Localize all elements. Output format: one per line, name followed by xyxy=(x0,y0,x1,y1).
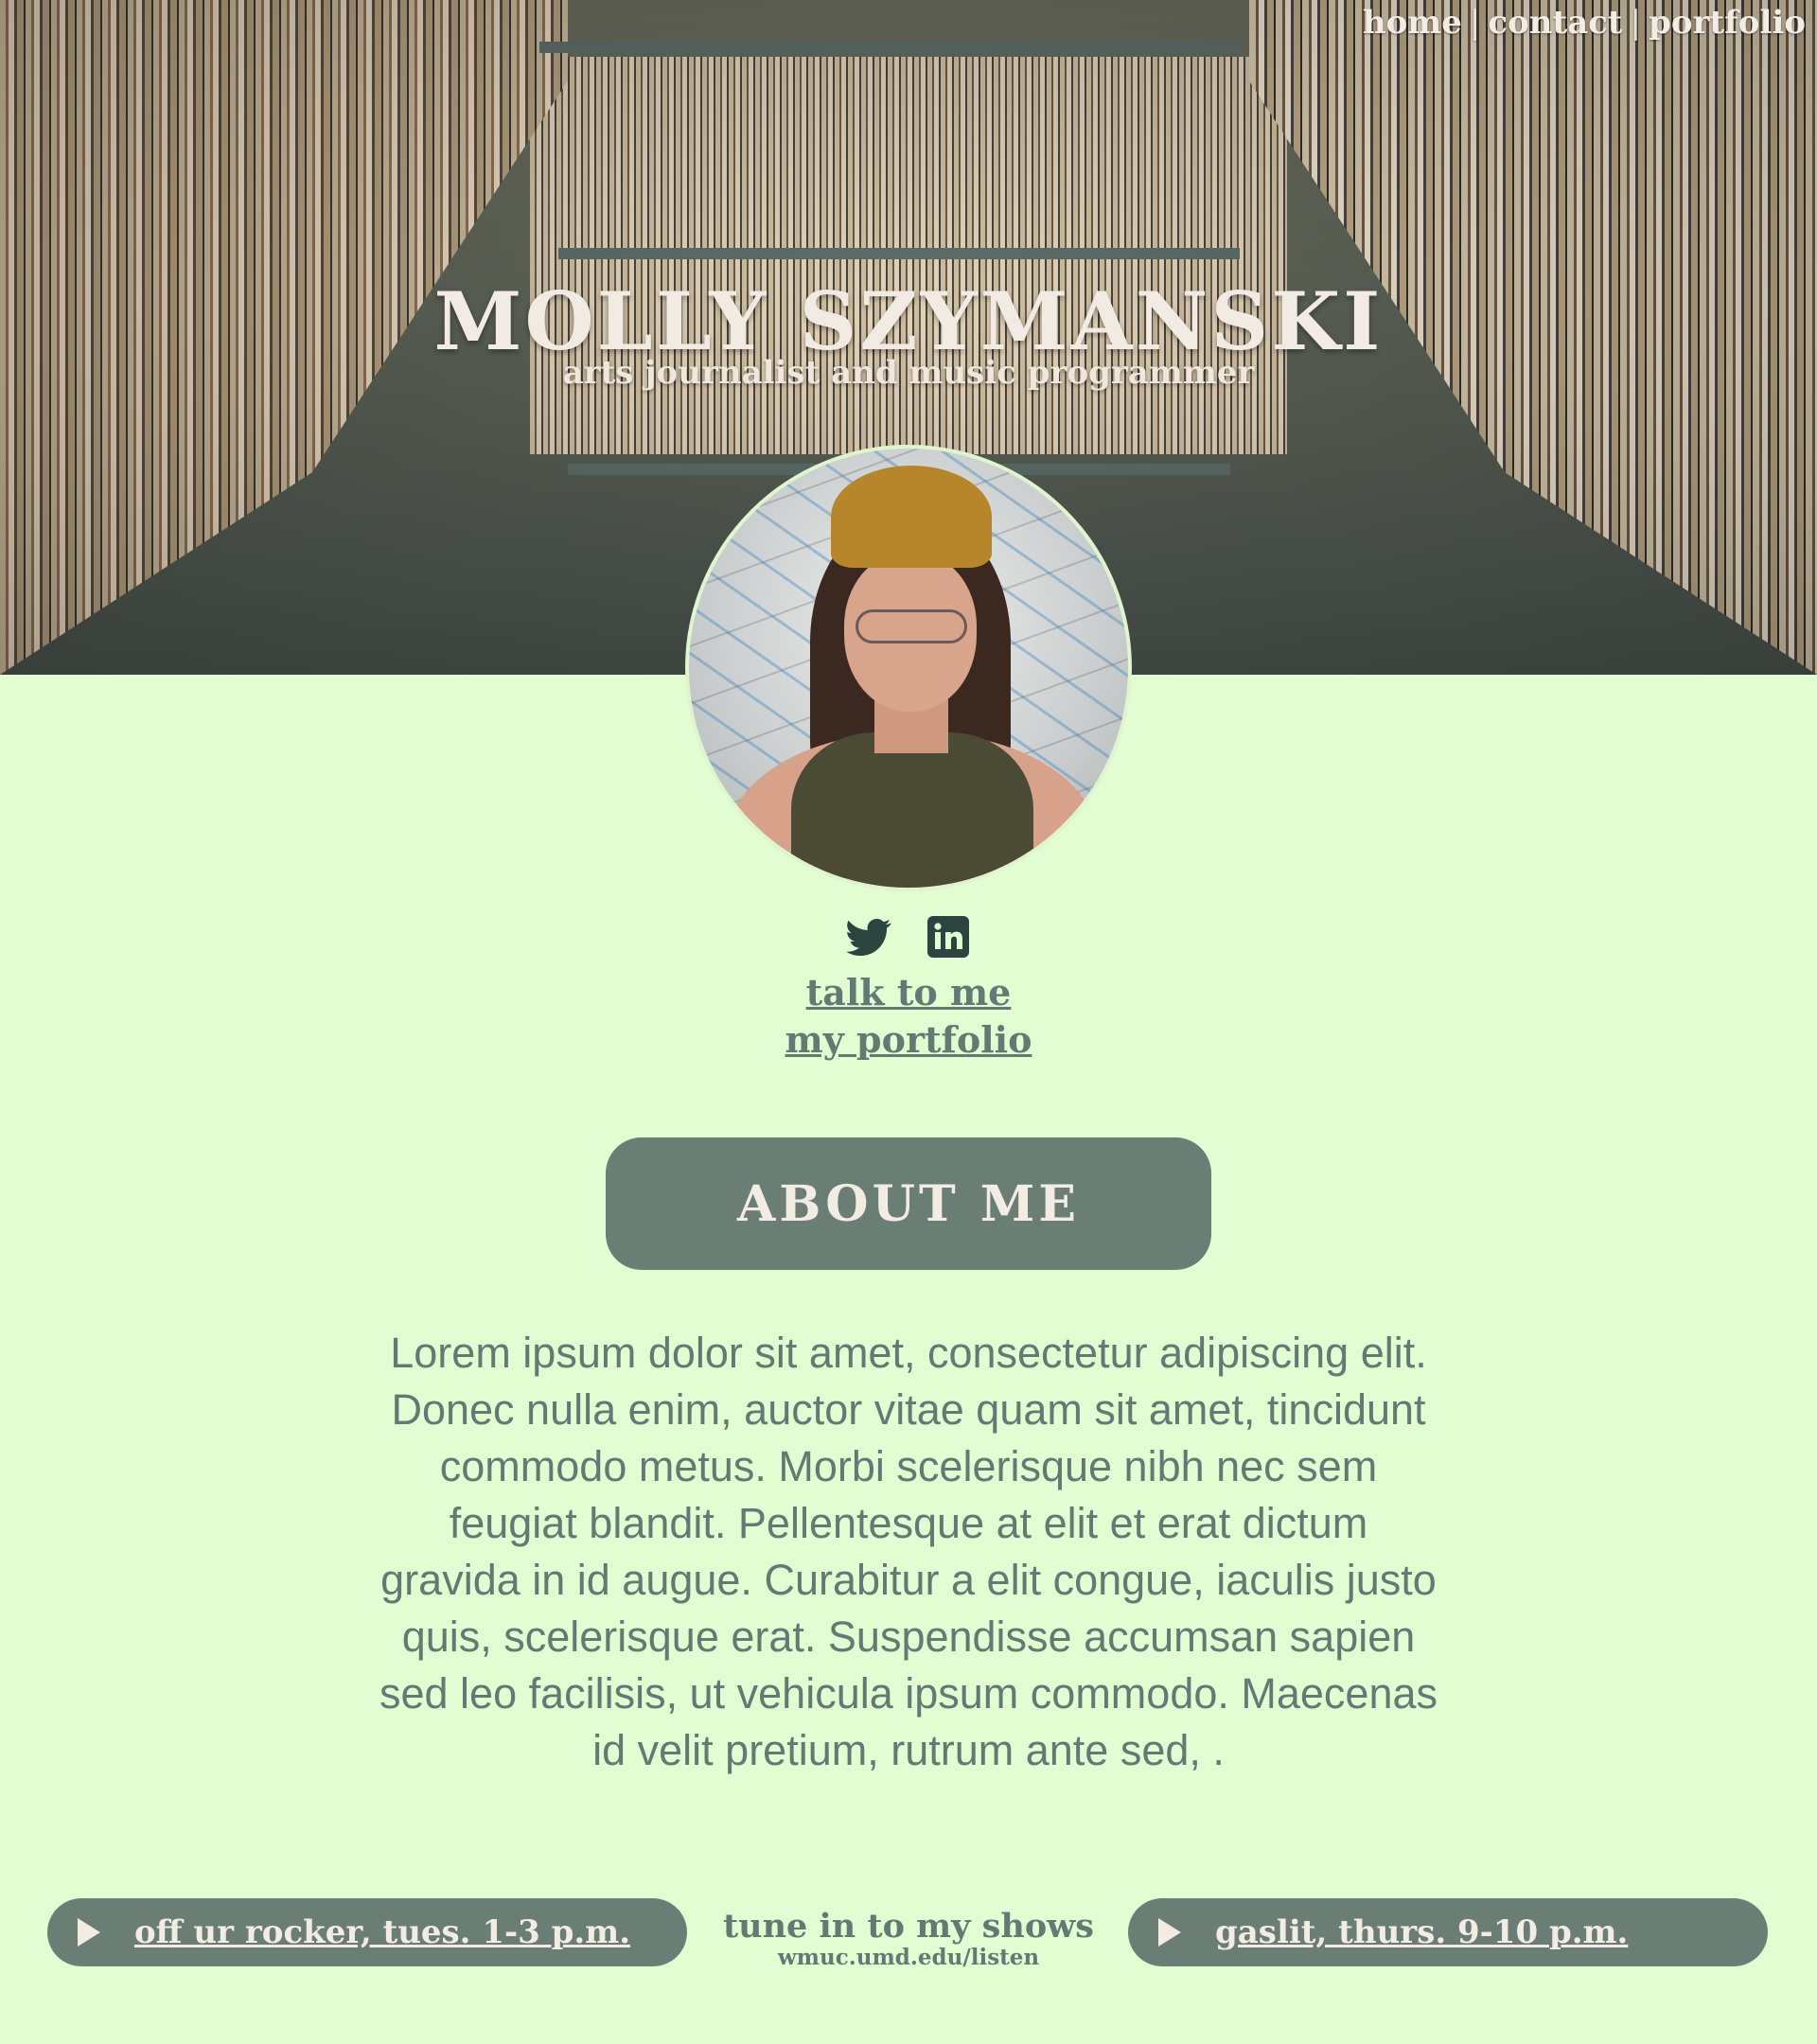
show-label: gaslit, thurs. 9-10 p.m. xyxy=(1215,1913,1629,1951)
my-portfolio-link[interactable]: my portfolio xyxy=(0,1016,1817,1064)
profile-photo xyxy=(685,445,1132,891)
twitter-icon[interactable] xyxy=(846,914,891,960)
nav-home[interactable]: home xyxy=(1363,4,1462,42)
play-icon xyxy=(1158,1918,1181,1947)
photo-beanie xyxy=(831,466,992,568)
nav-separator: | xyxy=(1469,4,1481,42)
about-me-heading: ABOUT ME xyxy=(606,1137,1211,1270)
nav-contact[interactable]: contact xyxy=(1488,4,1622,42)
nav-separator: | xyxy=(1630,4,1642,42)
social-links xyxy=(0,914,1817,960)
tune-in-url[interactable]: wmuc.umd.edu/listen xyxy=(700,1946,1117,1970)
quick-links: talk to me my portfolio xyxy=(0,969,1817,1064)
tune-in-title: tune in to my shows xyxy=(722,1907,1095,1946)
page-subtitle: arts journalist and music programmer xyxy=(562,354,1255,392)
show-off-ur-rocker-button[interactable]: off ur rocker, tues. 1-3 p.m. xyxy=(47,1898,687,1966)
play-icon xyxy=(78,1918,100,1947)
nav-portfolio[interactable]: portfolio xyxy=(1649,4,1806,42)
linkedin-icon[interactable] xyxy=(926,914,971,960)
top-nav: home | contact | portfolio xyxy=(1363,2,1806,44)
tune-in-block: tune in to my shows wmuc.umd.edu/listen xyxy=(700,1908,1117,1970)
about-me-text: Lorem ipsum dolor sit amet, consectetur … xyxy=(379,1329,1438,1774)
show-label: off ur rocker, tues. 1-3 p.m. xyxy=(134,1913,631,1951)
show-gaslit-button[interactable]: gaslit, thurs. 9-10 p.m. xyxy=(1128,1898,1768,1966)
photo-glasses xyxy=(856,609,967,643)
photo-tank-top xyxy=(791,732,1033,888)
talk-to-me-link[interactable]: talk to me xyxy=(0,969,1817,1016)
